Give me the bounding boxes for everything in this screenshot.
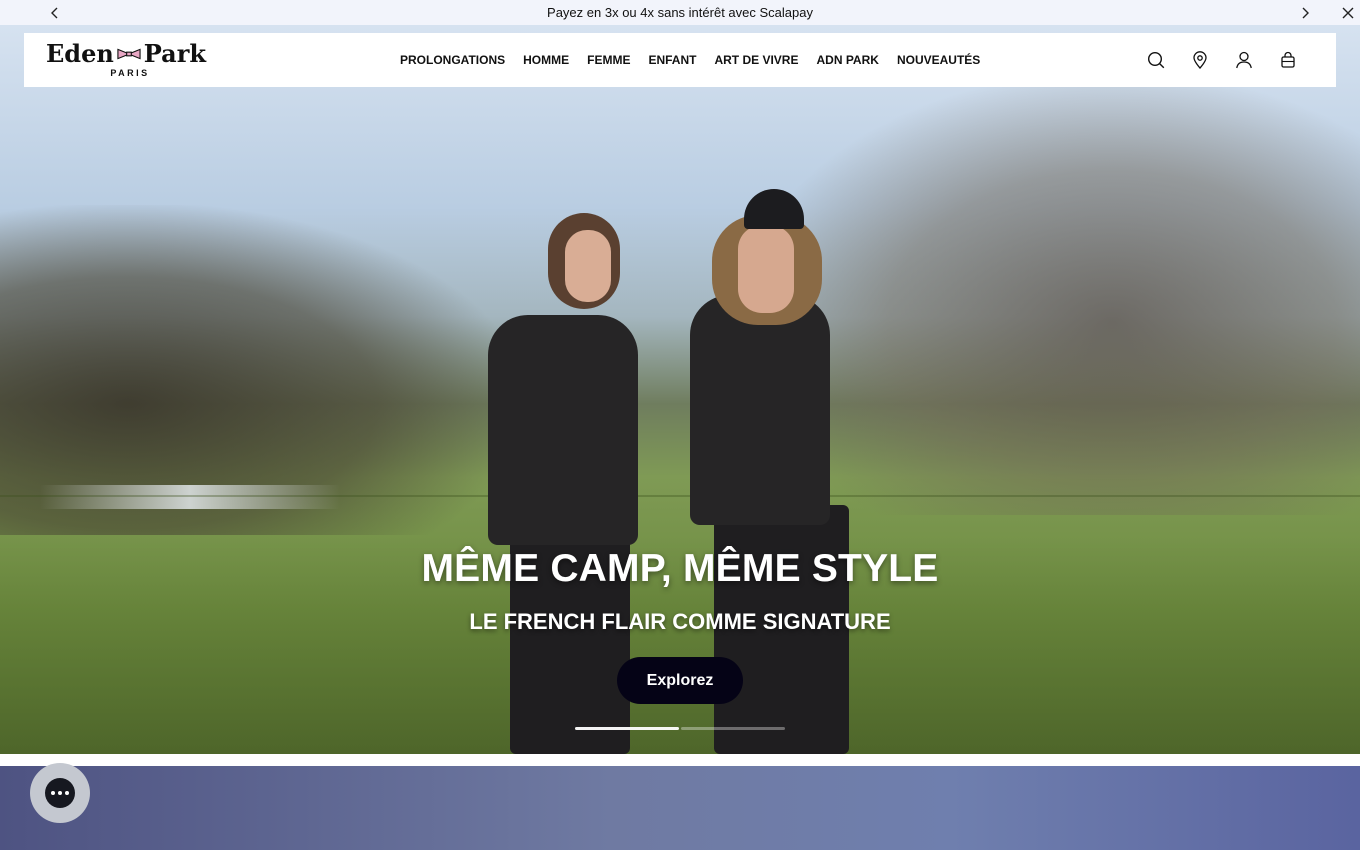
chevron-left-icon bbox=[51, 7, 58, 18]
slide-progress bbox=[575, 727, 785, 730]
model-man-sweater bbox=[690, 295, 830, 525]
nav-item-nouveautes[interactable]: NOUVEAUTÉS bbox=[897, 53, 980, 67]
section-divider bbox=[0, 754, 1360, 766]
nav-item-art-de-vivre[interactable]: ART DE VIVRE bbox=[714, 53, 798, 67]
search-icon bbox=[1147, 51, 1165, 69]
model-woman-sweater bbox=[488, 315, 638, 545]
account-icon bbox=[1236, 51, 1252, 69]
chat-dot bbox=[65, 791, 69, 795]
hero-background-pond bbox=[40, 485, 340, 509]
explore-button[interactable]: Explorez bbox=[617, 657, 743, 704]
announcement-next-button[interactable] bbox=[1290, 0, 1320, 25]
chat-button[interactable] bbox=[30, 763, 90, 823]
chat-dot bbox=[51, 791, 55, 795]
model-man-face bbox=[738, 225, 794, 313]
eden-park-logo[interactable]: Eden Park PARIS bbox=[46, 41, 206, 81]
close-icon bbox=[1342, 7, 1354, 18]
logo-text-eden: Eden bbox=[46, 39, 114, 68]
cart-button[interactable] bbox=[1278, 50, 1298, 70]
account-button[interactable] bbox=[1234, 50, 1254, 70]
nav-item-adn-park[interactable]: ADN PARK bbox=[816, 53, 878, 67]
hero-background-trees-right bbox=[760, 85, 1360, 515]
next-section-banner bbox=[0, 766, 1360, 850]
announcement-bar: Payez en 3x ou 4x sans intérêt avec Scal… bbox=[0, 0, 1360, 25]
search-button[interactable] bbox=[1146, 50, 1166, 70]
logo-wordmark: Eden Park bbox=[46, 41, 206, 67]
store-locator-button[interactable] bbox=[1190, 50, 1210, 70]
site-header: Eden Park PARIS PROLONGATIONS HOMME FEMM… bbox=[24, 33, 1336, 87]
logo-text-park: Park bbox=[143, 39, 206, 68]
slide-indicator-2[interactable] bbox=[681, 727, 785, 730]
main-nav: PROLONGATIONS HOMME FEMME ENFANT ART DE … bbox=[400, 33, 980, 87]
nav-item-enfant[interactable]: ENFANT bbox=[648, 53, 696, 67]
nav-item-homme[interactable]: HOMME bbox=[523, 53, 569, 67]
bow-tie-icon bbox=[117, 48, 141, 60]
hero-banner[interactable]: MÊME CAMP, MÊME STYLE LE FRENCH FLAIR CO… bbox=[0, 25, 1360, 754]
cart-icon bbox=[1281, 51, 1295, 68]
hero-lawn-edge bbox=[0, 495, 1360, 497]
nav-item-femme[interactable]: FEMME bbox=[587, 53, 630, 67]
nav-item-prolongations[interactable]: PROLONGATIONS bbox=[400, 53, 505, 67]
chat-dot bbox=[58, 791, 62, 795]
announcement-text[interactable]: Payez en 3x ou 4x sans intérêt avec Scal… bbox=[547, 5, 813, 20]
announcement-prev-button[interactable] bbox=[40, 0, 70, 25]
slide-indicator-1[interactable] bbox=[575, 727, 679, 730]
logo-text-paris: PARIS bbox=[110, 68, 150, 78]
header-icons bbox=[1146, 33, 1298, 87]
chevron-right-icon bbox=[1302, 7, 1309, 18]
chat-icon bbox=[45, 778, 75, 808]
announcement-close-button[interactable] bbox=[1333, 0, 1360, 25]
hero-subtitle: LE FRENCH FLAIR COMME SIGNATURE bbox=[469, 609, 891, 634]
model-woman-face bbox=[565, 230, 611, 302]
hero-title: MÊME CAMP, MÊME STYLE bbox=[421, 547, 939, 590]
store-locator-icon bbox=[1193, 51, 1207, 69]
